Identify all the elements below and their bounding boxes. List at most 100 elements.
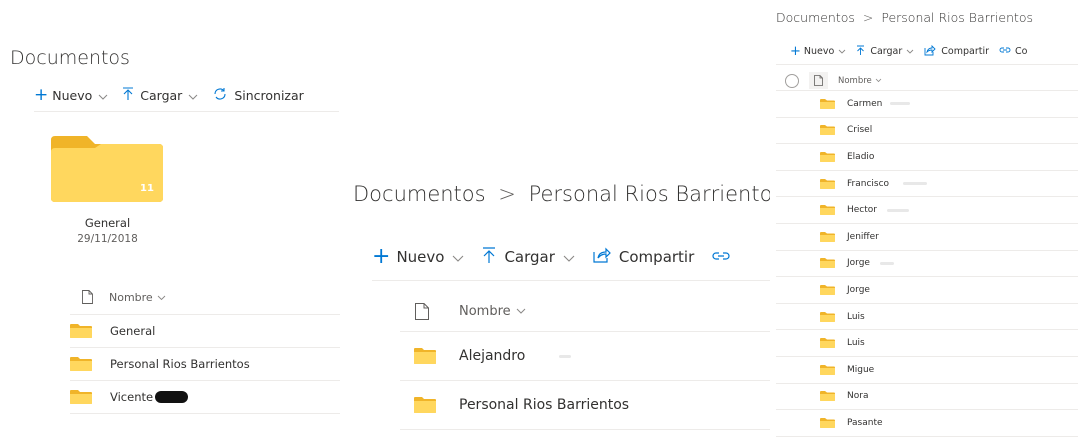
folder-icon xyxy=(820,311,835,322)
item-name: Jeniffer xyxy=(847,231,879,242)
new-button[interactable]: + Nuevo xyxy=(372,246,464,268)
item-name: General xyxy=(110,324,156,338)
select-all-checkbox[interactable] xyxy=(785,73,799,88)
folder-icon xyxy=(820,151,835,162)
list-item[interactable]: Jorge xyxy=(776,251,1078,278)
redaction-mark xyxy=(155,391,189,403)
breadcrumb-current: Personal Rios Barrientos xyxy=(881,10,1034,25)
chevron-down-icon xyxy=(98,88,108,103)
item-name: Crisel xyxy=(847,125,873,136)
new-button[interactable]: + Nuevo xyxy=(790,44,846,59)
command-bar: + Nuevo Cargar Compartir xyxy=(372,246,730,268)
upload-icon xyxy=(482,246,496,268)
item-name: Alejandro xyxy=(459,348,526,364)
item-count-badge: 11 xyxy=(140,183,154,194)
breadcrumb-root[interactable]: Documentos xyxy=(776,10,855,25)
upload-button[interactable]: Cargar xyxy=(482,246,575,268)
copy-link-button[interactable]: Co xyxy=(999,46,1027,57)
toolbar-divider xyxy=(776,64,1078,65)
item-name: Carmen xyxy=(847,98,883,109)
new-button[interactable]: + Nuevo xyxy=(34,85,108,105)
new-button-label: Nuevo xyxy=(52,87,93,103)
breadcrumb-root[interactable]: Documentos xyxy=(353,182,486,206)
list-item[interactable]: Pasante xyxy=(776,410,1078,437)
item-name: Personal Rios Barrientos xyxy=(110,357,250,371)
list-item[interactable]: Nora xyxy=(776,384,1078,411)
list-item[interactable]: Jorge xyxy=(776,277,1078,304)
upload-button[interactable]: Cargar xyxy=(856,45,914,59)
list-item[interactable]: Francisco xyxy=(776,171,1078,198)
list-item[interactable]: Luis xyxy=(776,304,1078,331)
tile-name: General xyxy=(84,216,131,230)
item-name: Migue xyxy=(847,364,875,375)
list-item[interactable]: Alejandro xyxy=(400,332,770,381)
folder-list-panel: Documentos > Personal Rios Barrientos + … xyxy=(770,0,1078,437)
list-item[interactable]: Migue xyxy=(776,357,1078,384)
list-item[interactable]: General xyxy=(70,315,340,348)
copy-link-label: Co xyxy=(1015,46,1028,57)
folder-icon xyxy=(820,284,835,295)
folder-icon xyxy=(820,98,835,109)
list-item[interactable]: Carmen xyxy=(776,91,1078,118)
page-title: Documentos xyxy=(10,47,130,69)
item-name: Pasante xyxy=(847,417,883,428)
upload-button-label: Cargar xyxy=(140,87,183,103)
item-name: Nora xyxy=(847,391,869,402)
sync-button-label: Sincronizar xyxy=(234,87,304,103)
share-button[interactable]: Compartir xyxy=(593,247,694,267)
folder-view-panel: Documentos > Personal Rios Barrientos + … xyxy=(345,170,770,437)
list-item[interactable]: Crisel xyxy=(776,118,1078,145)
name-column-label: Nombre xyxy=(838,75,872,86)
plus-icon: + xyxy=(34,85,49,105)
item-name: Personal Rios Barrientos xyxy=(459,397,630,413)
chevron-down-icon xyxy=(157,291,166,304)
name-column-label: Nombre xyxy=(459,304,511,319)
breadcrumb-separator: > xyxy=(862,10,874,25)
share-button-label: Compartir xyxy=(941,46,990,57)
blurred-text xyxy=(559,354,572,358)
upload-button-label: Cargar xyxy=(504,248,555,266)
sync-icon xyxy=(212,87,228,104)
copy-link-button[interactable] xyxy=(712,248,730,266)
name-column-header[interactable]: Nombre xyxy=(109,291,166,304)
plus-icon: + xyxy=(790,44,801,59)
folder-icon xyxy=(820,258,835,269)
command-bar: + Nuevo Cargar Sincronizar xyxy=(34,85,304,105)
tile-date: 29/11/2018 xyxy=(77,233,138,245)
list-item[interactable]: Luis xyxy=(776,330,1078,357)
list-item[interactable]: Jeniffer xyxy=(776,224,1078,251)
chevron-down-icon xyxy=(875,76,882,86)
share-button-label: Compartir xyxy=(618,248,695,266)
folder-icon xyxy=(820,364,835,375)
item-name: Francisco xyxy=(847,178,890,189)
folder-icon xyxy=(414,397,436,413)
list-header: Nombre xyxy=(82,290,166,304)
upload-icon xyxy=(122,86,134,104)
file-type-icon xyxy=(415,303,429,320)
name-column-header[interactable]: Nombre xyxy=(459,304,526,319)
list-item[interactable]: Hector xyxy=(776,197,1078,224)
item-name: Eladio xyxy=(847,151,875,162)
breadcrumb: Documentos > Personal Rios Barrientos xyxy=(353,182,770,206)
upload-button[interactable]: Cargar xyxy=(122,86,198,104)
share-button[interactable]: Compartir xyxy=(924,44,990,59)
file-type-icon xyxy=(809,72,828,89)
chevron-down-icon xyxy=(563,248,575,266)
name-column-header[interactable]: Nombre xyxy=(838,76,882,86)
toolbar-divider xyxy=(372,280,770,281)
breadcrumb: Documentos > Personal Rios Barrientos xyxy=(776,10,1033,25)
upload-button-label: Cargar xyxy=(870,46,903,57)
list-item[interactable]: Personal Rios Barrientos xyxy=(400,381,770,430)
item-name: Hector xyxy=(847,205,877,216)
sync-button[interactable]: Sincronizar xyxy=(212,87,304,104)
blurred-text xyxy=(890,102,911,106)
folder-icon xyxy=(820,205,835,216)
blurred-text xyxy=(903,182,928,186)
item-name: Jorge xyxy=(847,258,870,269)
folder-icon xyxy=(820,338,835,349)
chevron-down-icon xyxy=(188,88,198,103)
list-item[interactable]: Vicente xyxy=(70,381,340,414)
list-item[interactable]: Personal Rios Barrientos xyxy=(70,348,340,381)
list-item[interactable]: Eladio xyxy=(776,144,1078,171)
item-name: Luis xyxy=(847,311,865,322)
